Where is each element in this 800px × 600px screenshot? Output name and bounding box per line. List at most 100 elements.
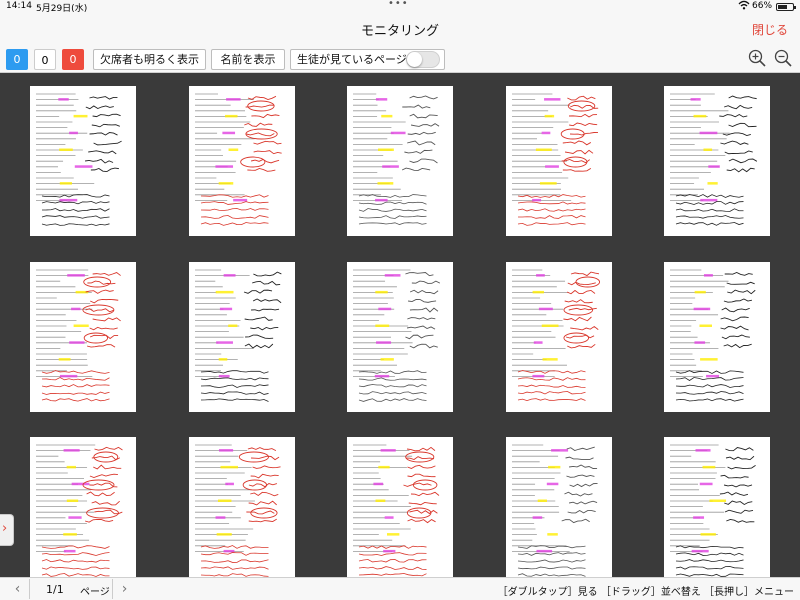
handwriting-stroke (517, 398, 586, 402)
multitasking-dots[interactable]: ••• (388, 0, 409, 9)
handwriting-stroke (564, 299, 593, 304)
highlight-mark (384, 274, 401, 277)
student-page-thumbnail[interactable] (506, 437, 612, 587)
watched-page-control[interactable]: 生徒が見ているページ (290, 49, 445, 70)
handwriting-stroke (675, 215, 744, 219)
highlight-mark (71, 307, 81, 311)
student-page-thumbnail[interactable] (30, 262, 136, 412)
highlight-mark (66, 465, 77, 469)
highlight-mark (68, 516, 82, 519)
handwriting-stroke (41, 566, 110, 570)
student-page-thumbnail[interactable] (664, 86, 770, 236)
highlight-mark (218, 358, 228, 361)
handwriting-stroke (358, 398, 427, 402)
zoom-in-icon[interactable] (747, 48, 767, 68)
handwriting-stroke (566, 289, 596, 295)
student-page-thumbnail[interactable] (30, 86, 136, 236)
show-names-button[interactable]: 名前を表示 (211, 49, 285, 70)
highlight-mark (693, 516, 705, 519)
zoom-out-icon[interactable] (773, 48, 793, 68)
handwriting-stroke (252, 465, 281, 469)
student-page-thumbnail[interactable] (347, 86, 453, 236)
student-page-thumbnail[interactable] (506, 86, 612, 236)
count-badge-blue[interactable]: 0 (6, 49, 28, 70)
handwriting-stroke (675, 222, 744, 226)
handwriting-stroke (517, 215, 586, 219)
status-date: 5月29日(水) (36, 4, 88, 14)
highlight-mark (63, 449, 80, 452)
handwriting-stroke (566, 446, 595, 452)
student-page-thumbnail[interactable] (189, 86, 295, 236)
chevron-right-icon[interactable]: › (112, 579, 136, 599)
handwriting-stroke (409, 289, 439, 295)
handwriting-stroke (86, 491, 115, 497)
handwriting-stroke (358, 552, 427, 556)
handwriting-stroke (41, 377, 110, 381)
highlight-mark (532, 290, 544, 294)
handwriting-stroke (253, 271, 282, 277)
handwriting-stroke (569, 464, 598, 469)
count-badge-white[interactable]: 0 (34, 49, 56, 70)
student-page-thumbnail[interactable] (506, 262, 612, 412)
highlight-mark (58, 98, 69, 101)
handwriting-stroke (252, 298, 282, 304)
count-badge-red[interactable]: 0 (62, 49, 84, 70)
highlight-mark (533, 341, 543, 344)
handwriting-stroke (724, 500, 753, 506)
handwriting-stroke (411, 280, 441, 284)
handwriting-stroke (244, 343, 274, 349)
highlight-mark (532, 516, 543, 519)
side-panel-tab[interactable]: › (0, 514, 14, 546)
close-button[interactable]: 閉じる (752, 21, 788, 38)
watched-page-toggle[interactable] (406, 51, 440, 68)
handwriting-stroke (725, 455, 755, 461)
show-absent-button[interactable]: 欠席者も明るく表示 (93, 49, 206, 70)
highlight-mark (59, 198, 78, 202)
handwriting-stroke (724, 150, 753, 155)
student-page-thumbnail[interactable] (30, 437, 136, 587)
worksheet-content (195, 269, 282, 402)
handwriting-stroke (724, 104, 753, 110)
handwriting-stroke (721, 307, 750, 313)
bottom-bar: ‹ 1/1 ページ › ［ダブルタップ］見る ［ドラッグ］並べ替え ［長押し］メ… (0, 577, 800, 600)
handwriting-stroke (569, 113, 598, 118)
handwriting-stroke (85, 308, 114, 313)
handwriting-stroke (86, 344, 116, 348)
handwriting-stroke (408, 298, 437, 303)
highlight-mark (59, 148, 73, 151)
highlight-mark (544, 98, 561, 101)
handwriting-stroke (87, 280, 116, 285)
student-page-thumbnail[interactable] (664, 262, 770, 412)
highlight-mark (375, 290, 388, 294)
highlight-mark (223, 274, 236, 277)
handwriting-stroke (407, 464, 436, 469)
handwriting-stroke (720, 140, 749, 145)
student-page-thumbnail[interactable] (189, 437, 295, 587)
handwriting-stroke (566, 474, 595, 478)
highlight-mark (381, 114, 393, 118)
highlight-mark (71, 482, 90, 486)
handwriting-stroke (358, 201, 427, 205)
handwriting-stroke (250, 473, 279, 479)
highlight-mark (542, 358, 558, 361)
highlight-mark (69, 341, 85, 344)
handwriting-stroke (41, 398, 110, 402)
handwriting-stroke (250, 491, 279, 497)
highlight-mark (545, 165, 559, 168)
student-page-thumbnail[interactable] (664, 437, 770, 587)
handwriting-stroke (567, 281, 596, 286)
student-page-thumbnail[interactable] (189, 262, 295, 412)
student-page-thumbnail[interactable] (347, 437, 453, 587)
handwriting-stroke (723, 298, 753, 303)
handwriting-stroke (517, 222, 586, 226)
handwriting-stroke (85, 158, 114, 164)
highlight-mark (544, 114, 555, 118)
handwriting-stroke (675, 391, 744, 395)
chevron-left-icon[interactable]: ‹ (6, 579, 30, 599)
student-page-thumbnail[interactable] (347, 262, 453, 412)
highlight-mark (700, 198, 718, 202)
student-page-grid (0, 73, 800, 587)
worksheet-content (36, 269, 121, 402)
handwriting-stroke (567, 343, 596, 349)
handwriting-stroke (200, 559, 269, 563)
